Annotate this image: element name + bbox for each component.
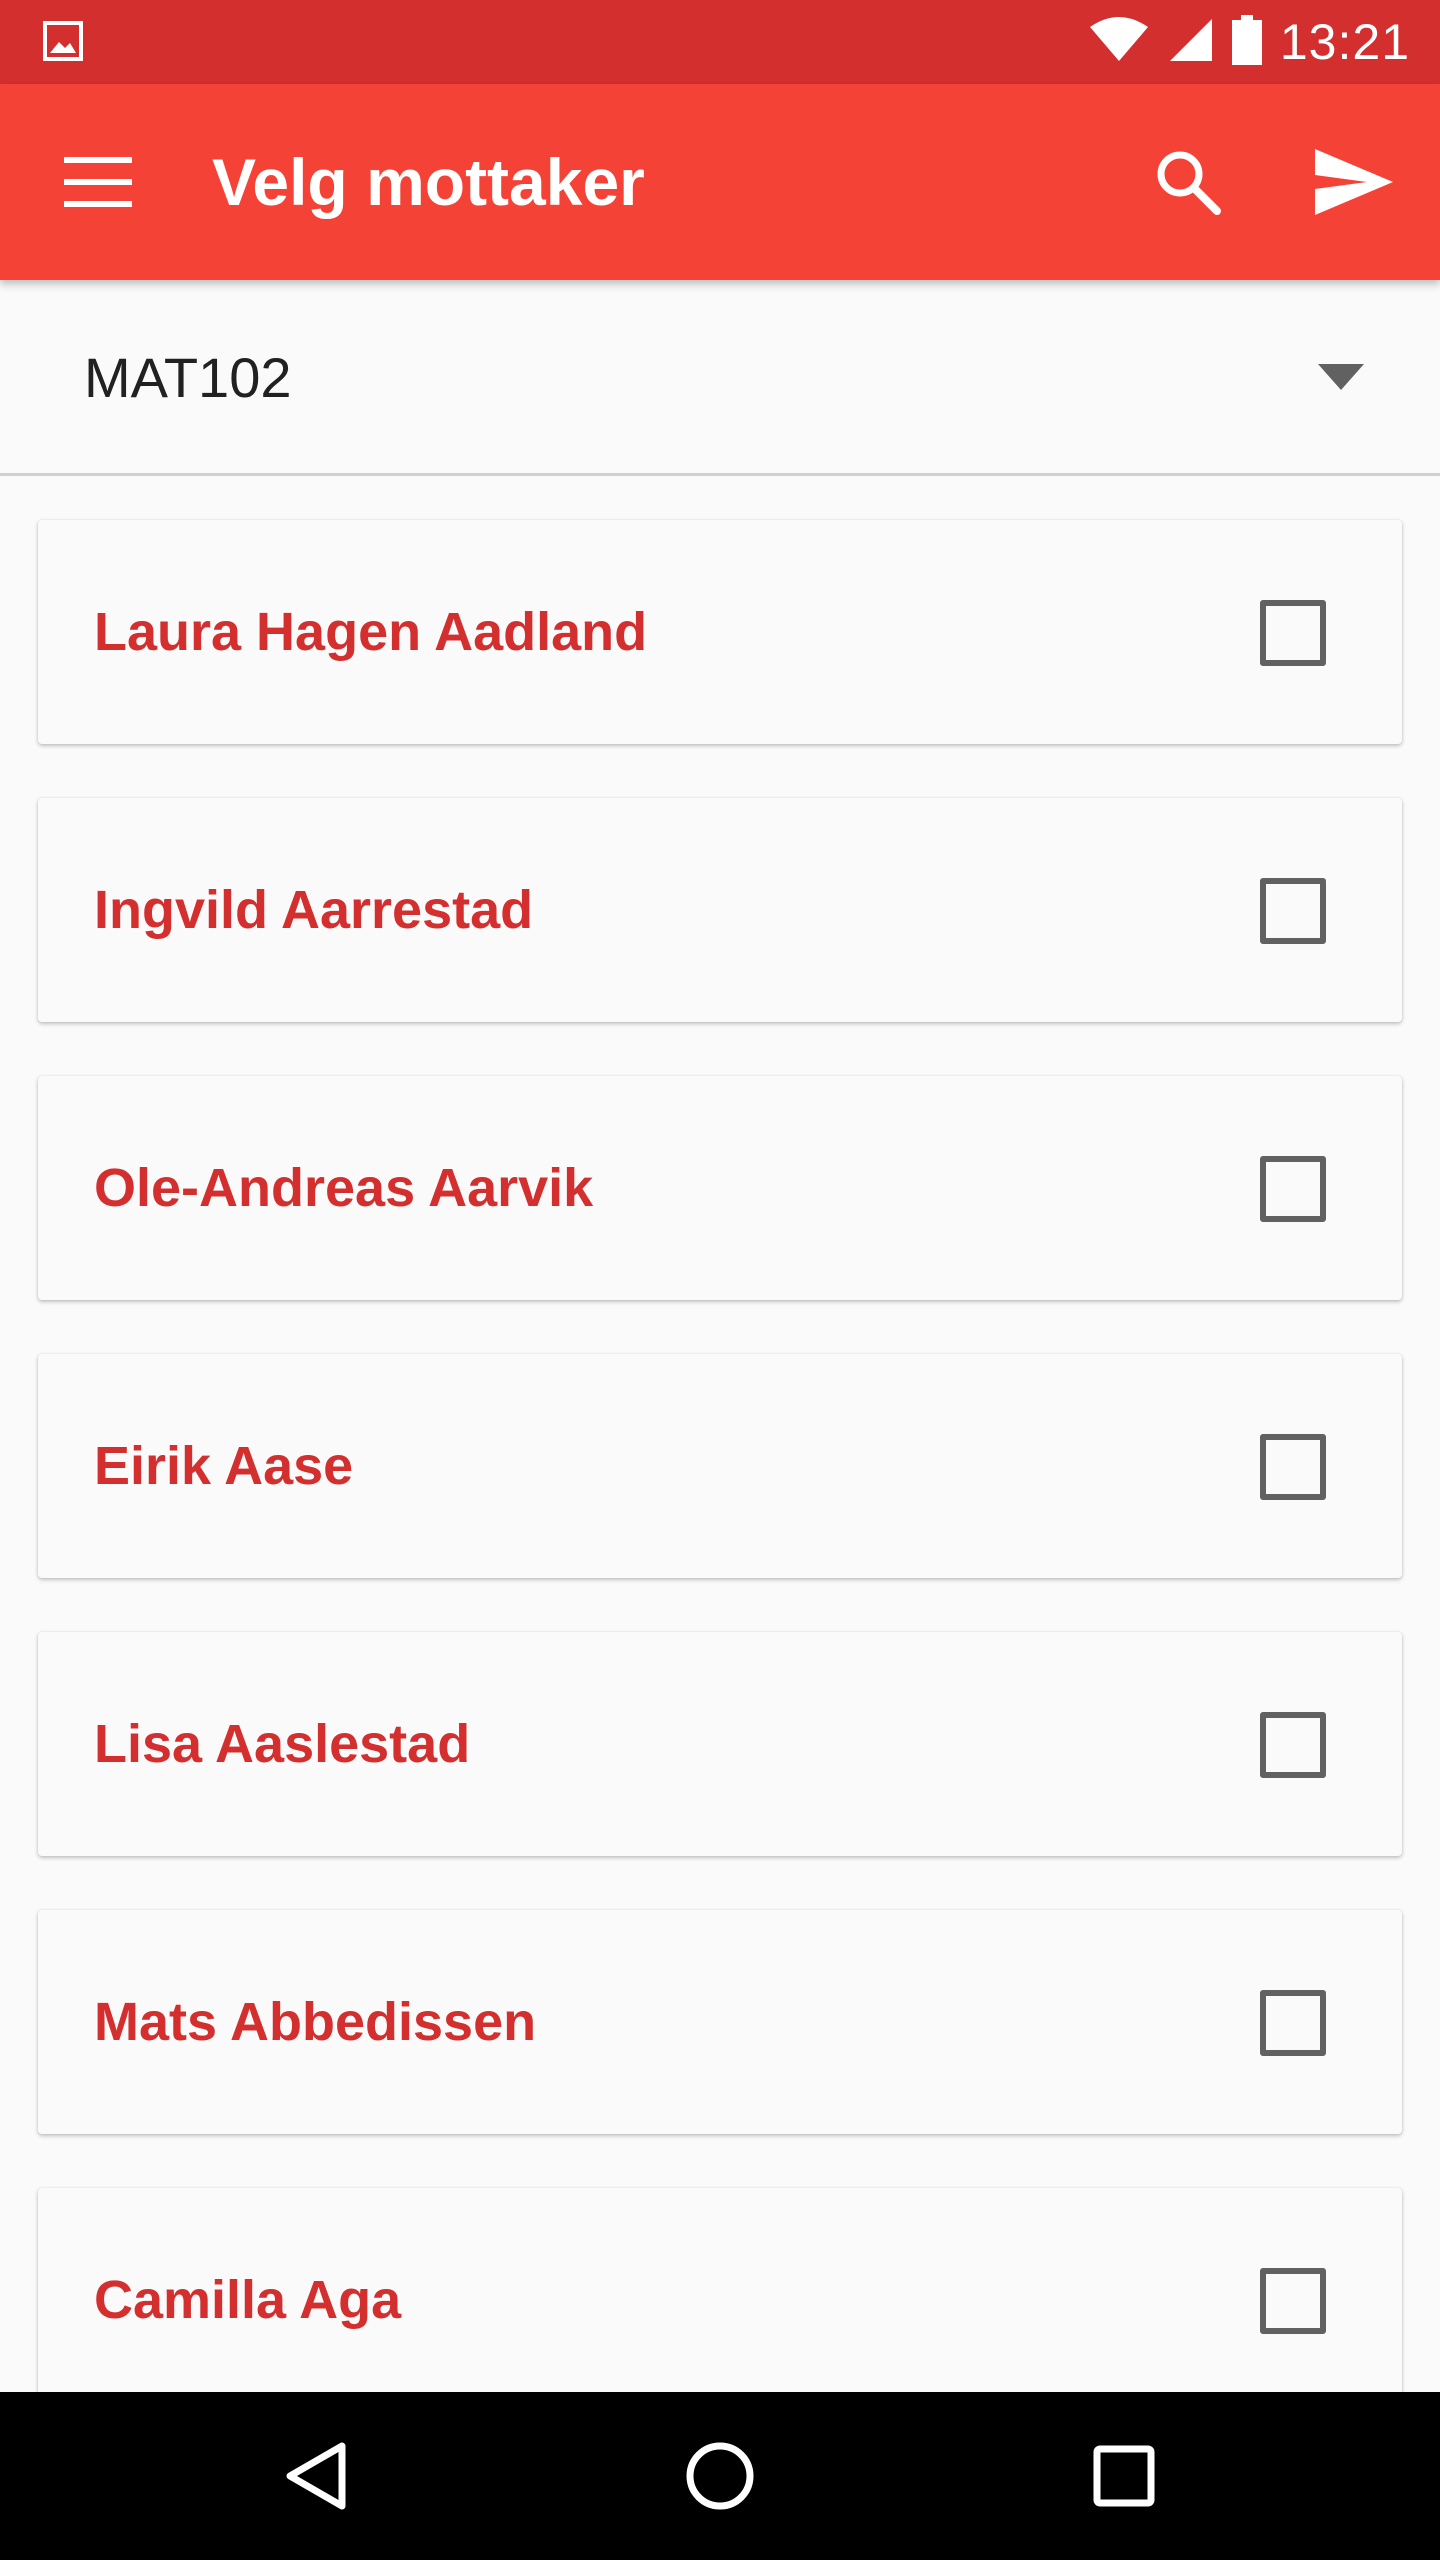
recipient-name: Mats Abbedissen [94, 1992, 537, 2052]
recipient-checkbox[interactable] [1260, 1990, 1326, 2056]
recipient-name: Eirik Aase [94, 1436, 354, 1496]
gallery-icon [42, 20, 84, 62]
home-icon [686, 2442, 754, 2510]
recipient-checkbox[interactable] [1260, 1156, 1326, 1222]
recipient-card[interactable]: Ole-Andreas Aarvik [38, 1076, 1402, 1300]
status-bar: 13:21 [0, 0, 1440, 84]
menu-button[interactable] [50, 140, 146, 224]
signal-icon [1168, 17, 1214, 68]
recipient-card[interactable]: Lisa Aaslestad [38, 1632, 1402, 1856]
search-button[interactable] [1140, 134, 1236, 230]
recipient-name: Ole-Andreas Aarvik [94, 1158, 594, 1218]
navigation-bar [0, 2392, 1440, 2560]
recipient-checkbox[interactable] [1260, 1712, 1326, 1778]
send-icon [1315, 149, 1393, 215]
recents-icon [1093, 2445, 1155, 2507]
dropdown-arrow-icon [1318, 364, 1364, 390]
course-spinner-value: MAT102 [84, 346, 292, 409]
recipient-checkbox[interactable] [1260, 1434, 1326, 1500]
recipient-name: Lisa Aaslestad [94, 1714, 471, 1774]
recipient-card[interactable]: Ingvild Aarrestad [38, 798, 1402, 1022]
recipient-name: Ingvild Aarrestad [94, 880, 534, 940]
recipient-card[interactable]: Laura Hagen Aadland [38, 520, 1402, 744]
recents-button[interactable] [1064, 2416, 1184, 2536]
menu-icon [64, 157, 132, 207]
battery-icon [1231, 14, 1262, 70]
recipient-name: Camilla Aga [94, 2270, 402, 2330]
recipient-card[interactable]: Camilla Aga [38, 2188, 1402, 2392]
wifi-icon [1088, 16, 1150, 68]
back-icon [286, 2442, 346, 2510]
send-button[interactable] [1306, 134, 1402, 230]
recipient-card[interactable]: Eirik Aase [38, 1354, 1402, 1578]
recipient-name: Laura Hagen Aadland [94, 602, 648, 662]
recipient-checkbox[interactable] [1260, 2268, 1326, 2334]
back-button[interactable] [256, 2416, 376, 2536]
recipient-checkbox[interactable] [1260, 600, 1326, 666]
course-spinner[interactable]: MAT102 [0, 280, 1440, 476]
clock: 13:21 [1279, 14, 1410, 70]
search-icon [1157, 151, 1221, 215]
recipient-list[interactable]: Laura Hagen Aadland Ingvild Aarrestad Ol… [0, 476, 1440, 2392]
home-button[interactable] [660, 2416, 780, 2536]
app-bar: Velg mottaker [0, 84, 1440, 280]
recipient-card[interactable]: Mats Abbedissen [38, 1910, 1402, 2134]
page-title: Velg mottaker [212, 145, 645, 219]
recipient-checkbox[interactable] [1260, 878, 1326, 944]
